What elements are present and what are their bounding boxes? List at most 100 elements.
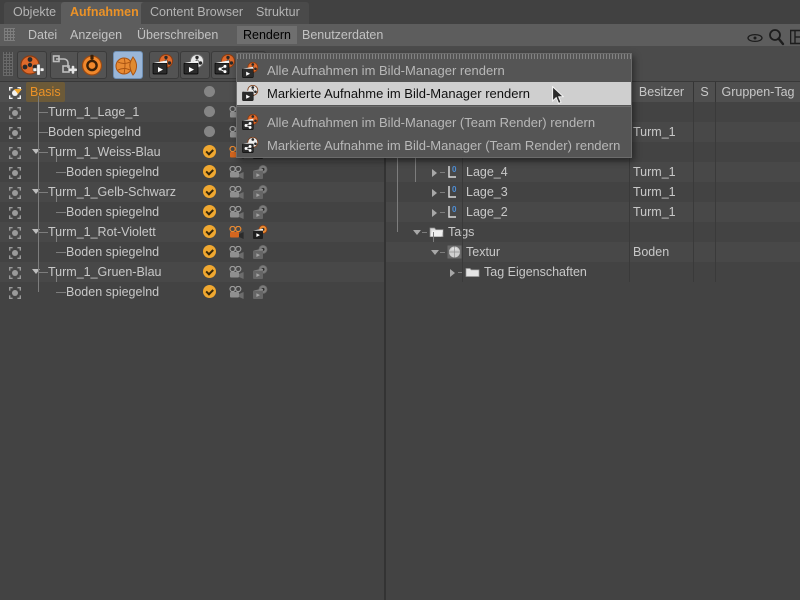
camera-tag-icon[interactable]: [229, 226, 245, 239]
take-row[interactable]: Turm_1_Rot-Violett: [0, 222, 384, 242]
render-all-takes-icon-button[interactable]: [149, 51, 179, 79]
take-row[interactable]: Boden spiegelnd: [0, 202, 384, 222]
take-enable-dot[interactable]: [204, 86, 215, 97]
expander-icon[interactable]: [432, 189, 437, 197]
take-enable-check[interactable]: [203, 185, 216, 198]
render-setting-tag-icon[interactable]: [252, 285, 270, 300]
layer-0-icon[interactable]: 0: [447, 185, 462, 199]
auto-take-icon-button[interactable]: [77, 51, 107, 79]
menu-ueberschreiben[interactable]: Überschreiben: [131, 26, 224, 44]
take-enable-check[interactable]: [203, 265, 216, 278]
override-object-name[interactable]: Lage_3: [466, 182, 508, 202]
expander-icon[interactable]: [432, 209, 437, 217]
panel-layout-icon[interactable]: [790, 29, 800, 45]
take-name[interactable]: Boden spiegelnd: [48, 122, 141, 142]
render-setting-tag-icon[interactable]: [252, 225, 270, 240]
take-name[interactable]: Boden spiegelnd: [66, 162, 159, 182]
take-enable-dot[interactable]: [204, 126, 215, 137]
camera-tag-icon[interactable]: [229, 206, 245, 219]
menu-rendern[interactable]: Rendern: [237, 26, 297, 44]
render-setting-tag-icon[interactable]: [252, 205, 270, 220]
override-row[interactable]: 0Lage_2Turm_1: [386, 202, 800, 222]
toolbar-drag-grip[interactable]: [3, 52, 13, 76]
take-enable-dot[interactable]: [204, 106, 215, 117]
search-icon[interactable]: [768, 28, 785, 46]
take-enable-check[interactable]: [203, 145, 216, 158]
override-row[interactable]: TexturBoden: [386, 242, 800, 262]
expander-icon[interactable]: [413, 230, 421, 235]
take-name[interactable]: Turm_1_Lage_1: [48, 102, 139, 122]
expander-icon[interactable]: [14, 89, 22, 94]
takes-tree-panel[interactable]: BasisTurm_1_Lage_1Boden spiegelndTurm_1_…: [0, 82, 384, 600]
override-object-name[interactable]: Lage_4: [466, 162, 508, 182]
eye-icon[interactable]: [746, 32, 764, 44]
camera-tag-icon[interactable]: [229, 286, 245, 299]
take-name[interactable]: Boden spiegelnd: [66, 242, 159, 262]
tab-content-browser[interactable]: Content Browser: [141, 2, 252, 24]
override-row[interactable]: Tag Eigenschaften: [386, 262, 800, 282]
override-object-name[interactable]: Lage_2: [466, 202, 508, 222]
take-row[interactable]: Turm_1_Gruen-Blau: [0, 262, 384, 282]
tab-objekte[interactable]: Objekte: [4, 2, 65, 24]
render-setting-tag-icon[interactable]: [252, 245, 270, 260]
menu-item-render-marked-take[interactable]: Markierte Aufnahme im Bild-Manager rende…: [237, 82, 631, 105]
take-enable-check[interactable]: [203, 205, 216, 218]
override-row[interactable]: 0Lage_4Turm_1: [386, 162, 800, 182]
take-name[interactable]: Boden spiegelnd: [66, 202, 159, 222]
render-setting-tag-icon[interactable]: [252, 185, 270, 200]
column-header-s[interactable]: S: [693, 82, 715, 102]
viewport-visibility-icon[interactable]: [9, 146, 21, 158]
take-name[interactable]: Turm_1_Rot-Violett: [48, 222, 156, 242]
take-row[interactable]: Turm_1_Gelb-Schwarz: [0, 182, 384, 202]
take-enable-check[interactable]: [203, 225, 216, 238]
tab-struktur[interactable]: Struktur: [247, 2, 309, 24]
override-row[interactable]: 0Lage_3Turm_1: [386, 182, 800, 202]
take-name[interactable]: Turm_1_Gelb-Schwarz: [48, 182, 176, 202]
tab-aufnahmen[interactable]: Aufnahmen: [61, 2, 148, 24]
take-name[interactable]: Turm_1_Gruen-Blau: [48, 262, 161, 282]
overrides-panel[interactable]: Turm_10Lage_4Turm_10Lage_3Turm_10Lage_2T…: [386, 82, 800, 600]
expander-icon[interactable]: [431, 250, 439, 255]
take-name[interactable]: Turm_1_Weiss-Blau: [48, 142, 161, 162]
texture-tag-icon[interactable]: [447, 245, 462, 259]
camera-tag-icon[interactable]: [229, 186, 245, 199]
take-row[interactable]: Boden spiegelnd: [0, 162, 384, 182]
viewport-visibility-icon[interactable]: [9, 166, 21, 178]
menu-datei[interactable]: Datei: [22, 26, 63, 44]
viewport-visibility-icon[interactable]: [9, 206, 21, 218]
take-enable-check[interactable]: [203, 165, 216, 178]
render-setting-tag-icon[interactable]: [252, 165, 270, 180]
camera-tag-icon[interactable]: [229, 266, 245, 279]
take-row[interactable]: Boden spiegelnd: [0, 282, 384, 302]
camera-tag-icon[interactable]: [229, 246, 245, 259]
take-name[interactable]: Basis: [26, 82, 65, 102]
take-overrides-icon-button[interactable]: [113, 51, 143, 79]
menu-item-render-all-teamrender[interactable]: Alle Aufnahmen im Bild-Manager (Team Ren…: [237, 111, 631, 134]
layer-0-icon[interactable]: 0: [447, 165, 462, 179]
viewport-visibility-icon[interactable]: [9, 246, 21, 258]
take-enable-check[interactable]: [203, 245, 216, 258]
render-marked-take-icon-button[interactable]: [180, 51, 210, 79]
rendern-dropdown-menu[interactable]: Alle Aufnahmen im Bild-Manager rendern M…: [236, 53, 632, 158]
viewport-visibility-icon[interactable]: [9, 126, 21, 138]
column-header-gruppen-tag[interactable]: Gruppen-Tag: [715, 82, 800, 102]
folder-icon[interactable]: [429, 225, 444, 239]
take-enable-check[interactable]: [203, 285, 216, 298]
add-child-take-icon-button[interactable]: [50, 51, 80, 79]
expander-icon[interactable]: [432, 169, 437, 177]
add-take-icon-button[interactable]: [17, 51, 47, 79]
menu-item-render-all-takes[interactable]: Alle Aufnahmen im Bild-Manager rendern: [237, 59, 631, 82]
properties-icon[interactable]: [465, 265, 480, 279]
menu-item-render-marked-teamrender[interactable]: Markierte Aufnahme im Bild-Manager (Team…: [237, 134, 631, 157]
override-row[interactable]: Tags: [386, 222, 800, 242]
override-object-name[interactable]: Tag Eigenschaften: [484, 262, 587, 282]
expander-icon[interactable]: [450, 269, 455, 277]
camera-tag-icon[interactable]: [229, 166, 245, 179]
viewport-visibility-icon[interactable]: [9, 266, 21, 278]
take-row[interactable]: Boden spiegelnd: [0, 242, 384, 262]
column-header-besitzer[interactable]: Besitzer: [629, 82, 693, 102]
layer-0-icon[interactable]: 0: [447, 205, 462, 219]
override-object-name[interactable]: Textur: [466, 242, 500, 262]
viewport-visibility-icon[interactable]: [9, 186, 21, 198]
menu-anzeigen[interactable]: Anzeigen: [64, 26, 128, 44]
